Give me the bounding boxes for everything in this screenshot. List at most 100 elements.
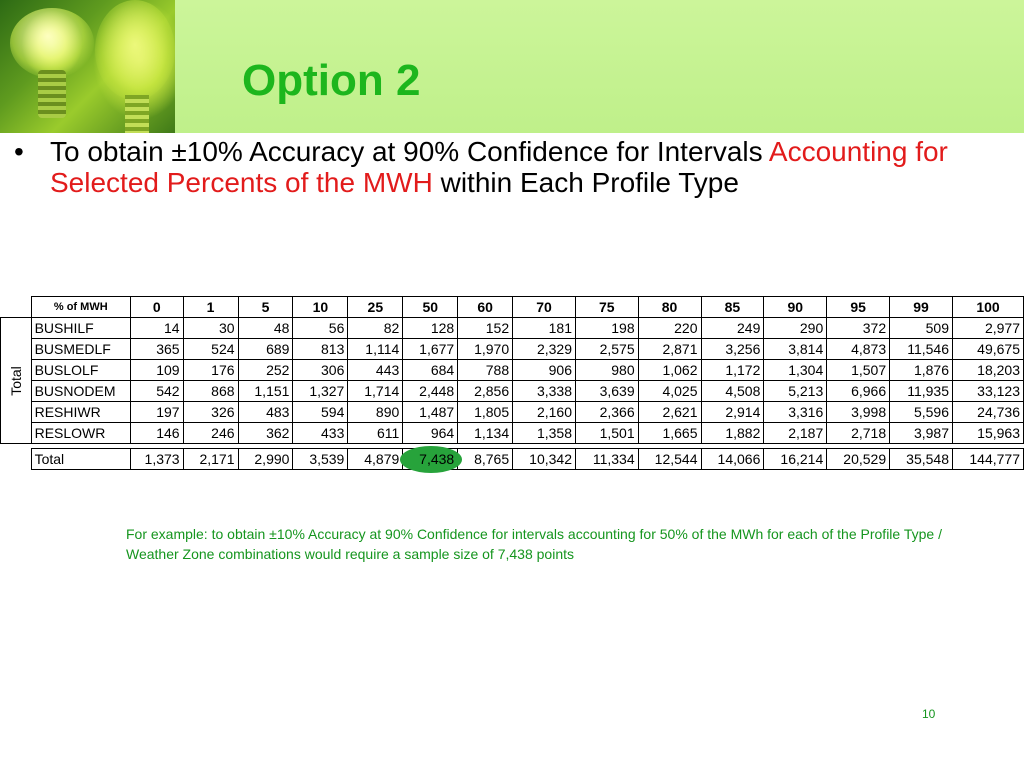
column-header: 60 <box>457 296 514 318</box>
table-cell: 11,935 <box>889 380 953 402</box>
table-cell: 24,736 <box>952 401 1024 423</box>
bullet-text: To obtain ±10% Accuracy at 90% Confidenc… <box>50 136 970 198</box>
column-header: 70 <box>512 296 576 318</box>
table-cell: 1,665 <box>637 422 702 444</box>
table-cell: 509 <box>889 317 953 339</box>
table-cell: 15,963 <box>952 422 1024 444</box>
table-cell: 2,856 <box>457 380 514 402</box>
table-row: RESLOWR 146 246 362 433 611 964 1,134 1,358 1,501… <box>1 422 1024 444</box>
table-cell: 594 <box>292 401 349 423</box>
table-cell: 30 <box>182 317 239 339</box>
slide-title: Option 2 <box>242 56 421 105</box>
table-cell: 109 <box>129 359 184 381</box>
table-cell: 684 <box>402 359 459 381</box>
column-header: 5 <box>237 296 294 318</box>
table-cell: 252 <box>237 359 294 381</box>
table-cell: 2,329 <box>512 338 576 360</box>
table-cell: 365 <box>129 338 184 360</box>
total-cell: 20,529 <box>826 448 891 470</box>
table-cell: 1,172 <box>700 359 765 381</box>
table-cell: 1,714 <box>347 380 404 402</box>
side-label: Total <box>0 317 32 444</box>
total-cell: 35,548 <box>889 448 953 470</box>
column-header: 50 <box>402 296 459 318</box>
table-cell: 813 <box>292 338 349 360</box>
table-cell: 4,025 <box>637 380 702 402</box>
bulb-glass-left <box>10 8 94 78</box>
table-cell: 290 <box>763 317 828 339</box>
table-cell: 443 <box>347 359 404 381</box>
table-row: BUSNODEM 542 868 1,151 1,327 1,714 2,448 2,856 3… <box>1 380 1024 402</box>
table-cell: 890 <box>347 401 404 423</box>
table-cell: 6,966 <box>826 380 891 402</box>
table-cell: 689 <box>237 338 294 360</box>
table-cell: 3,814 <box>763 338 828 360</box>
row-label: RESHIWR <box>30 401 131 423</box>
highlighted-total-cell: 7,438 <box>400 446 463 473</box>
table-cell: 18,203 <box>952 359 1024 381</box>
total-cell: 4,879 <box>347 448 404 470</box>
table-cell: 152 <box>457 317 514 339</box>
table-cell: 197 <box>129 401 184 423</box>
table-cell: 220 <box>637 317 702 339</box>
table-cell: 246 <box>182 422 239 444</box>
table-cell: 1,882 <box>700 422 765 444</box>
sample-size-table: % of MWH 0 1 5 10 25 50 60 70 75 80 85 90 95 99 100 To… <box>0 296 1024 473</box>
total-cell: 11,334 <box>575 448 639 470</box>
table-cell: 3,338 <box>512 380 576 402</box>
column-header: 0 <box>129 296 184 318</box>
row-label: BUSHILF <box>30 317 131 339</box>
table-row: RESHIWR 197 326 483 594 890 1,487 1,805 2,160 2,3… <box>1 401 1024 423</box>
column-header: 95 <box>826 296 891 318</box>
total-cell: 8,765 <box>457 448 514 470</box>
table-row: BUSLOLF 109 176 252 306 443 684 788 906 980 1,062 1… <box>1 359 1024 381</box>
table-cell: 82 <box>347 317 404 339</box>
table-cell: 198 <box>575 317 639 339</box>
total-cell: 2,171 <box>182 448 239 470</box>
table-row: Total BUSHILF 14 30 48 56 82 128 152 181 198 220 249… <box>0 317 1024 444</box>
table-cell: 2,914 <box>700 401 765 423</box>
total-cell: 2,990 <box>237 448 294 470</box>
row-label: BUSLOLF <box>30 359 131 381</box>
table-cell: 1,805 <box>457 401 514 423</box>
table-cell: 868 <box>182 380 239 402</box>
table-cell: 306 <box>292 359 349 381</box>
table-cell: 326 <box>182 401 239 423</box>
total-cell: 14,066 <box>700 448 765 470</box>
table-cell: 2,718 <box>826 422 891 444</box>
table-cell: 2,187 <box>763 422 828 444</box>
table-cell: 48 <box>237 317 294 339</box>
table-cell: 3,987 <box>889 422 953 444</box>
table-cell: 2,871 <box>637 338 702 360</box>
table-cell: 2,448 <box>402 380 459 402</box>
table-cell: 4,508 <box>700 380 765 402</box>
table-cell: 3,998 <box>826 401 891 423</box>
row-label: BUSNODEM <box>30 380 131 402</box>
table-cell: 1,304 <box>763 359 828 381</box>
total-cell: 1,373 <box>129 448 184 470</box>
table-cell: 1,114 <box>347 338 404 360</box>
column-header: 100 <box>952 296 1024 318</box>
light-bulb-image <box>0 0 175 133</box>
table-cell: 1,970 <box>457 338 514 360</box>
total-cell: 3,539 <box>292 448 349 470</box>
column-header: 90 <box>763 296 828 318</box>
side-label-text: Total <box>7 365 24 396</box>
table-cell: 14 <box>129 317 184 339</box>
total-cell: 144,777 <box>952 448 1024 470</box>
table-cell: 11,546 <box>889 338 953 360</box>
table-cell: 980 <box>575 359 639 381</box>
table-row: BUSMEDLF 365 524 689 813 1,114 1,677 1,970 2,329… <box>1 338 1024 360</box>
table-header-row: % of MWH 0 1 5 10 25 50 60 70 75 80 85 90 95 99 100 <box>1 296 1024 318</box>
total-cell: 12,544 <box>637 448 702 470</box>
table-cell: 1,876 <box>889 359 953 381</box>
table-cell: 2,621 <box>637 401 702 423</box>
total-cell: 16,214 <box>763 448 828 470</box>
total-corner <box>1 449 32 470</box>
table-cell: 176 <box>182 359 239 381</box>
table-cell: 2,977 <box>952 317 1024 339</box>
table-cell: 906 <box>512 359 576 381</box>
table-cell: 33,123 <box>952 380 1024 402</box>
table-cell: 4,873 <box>826 338 891 360</box>
column-header: 80 <box>637 296 702 318</box>
